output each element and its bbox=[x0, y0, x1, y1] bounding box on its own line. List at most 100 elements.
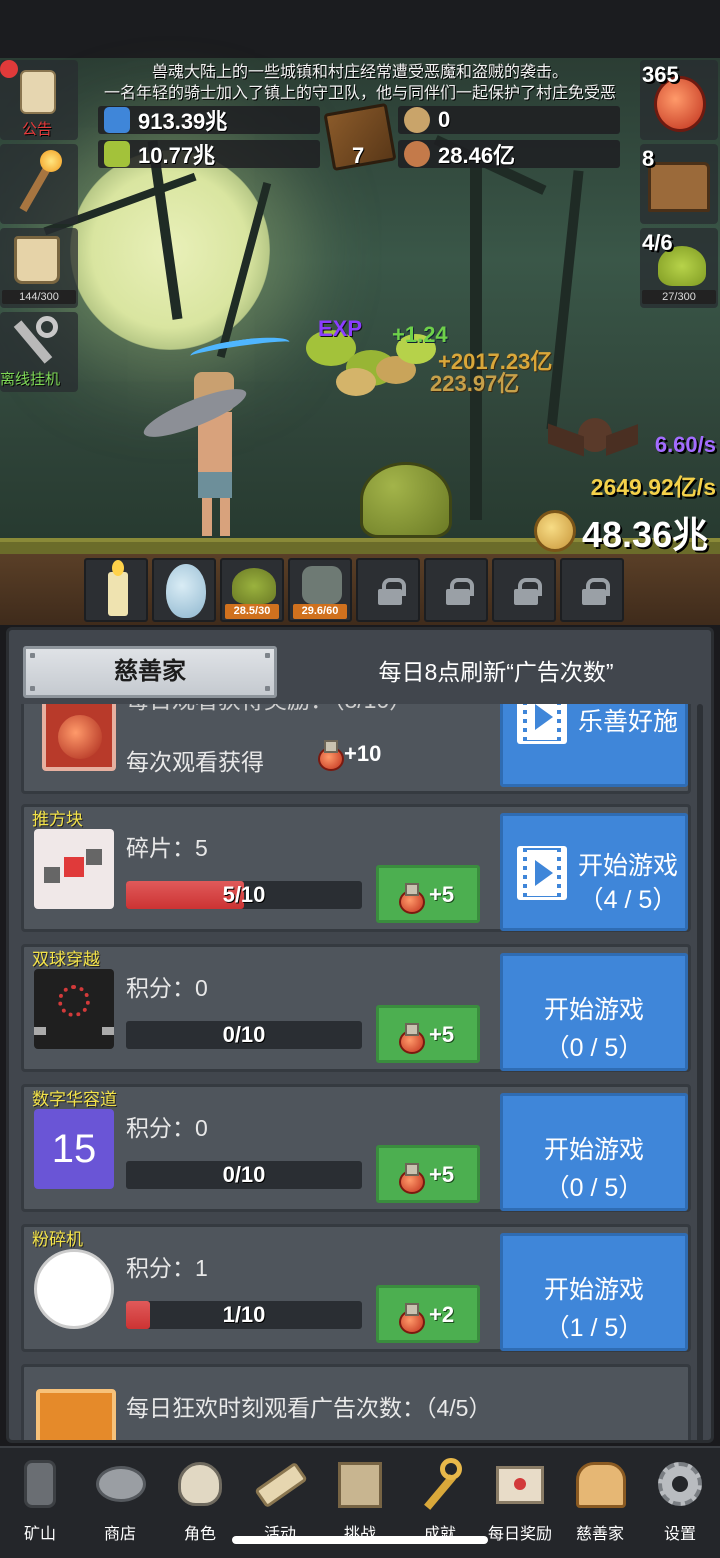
potion-icon bbox=[395, 882, 425, 914]
notice-button[interactable]: 公告 bbox=[0, 60, 78, 140]
game-card-push-block: 推方块 碎片：5 5/10 +5 开始游戏 （4 / 5） bbox=[21, 804, 691, 932]
unit-slot-locked-4[interactable] bbox=[560, 558, 624, 622]
ad-reward-card: 每日观看获得奖励：（8/10） 每次观看获得 +10 乐善好施 bbox=[21, 704, 691, 794]
gold-per-second: 2649.92亿/s bbox=[590, 474, 716, 500]
dual-ball-icon bbox=[34, 969, 114, 1049]
card-title: 推方块 bbox=[32, 810, 83, 829]
nav-shop[interactable]: 商店 bbox=[80, 1448, 160, 1558]
number-puzzle-icon: 15 bbox=[34, 1109, 114, 1189]
slime-enemy[interactable] bbox=[360, 462, 452, 538]
unit-slot-zombie[interactable]: 29.6/60 bbox=[288, 558, 352, 622]
claim-reward-button[interactable]: +5 bbox=[376, 1145, 480, 1203]
green-potion-value: 10.77兆 bbox=[138, 143, 216, 168]
nav-settings[interactable]: 设置 bbox=[640, 1448, 720, 1558]
chest-slot[interactable]: 8 bbox=[640, 144, 718, 224]
blue-potion-icon bbox=[104, 107, 130, 133]
nav-daily-reward[interactable]: 每日奖励 bbox=[480, 1448, 560, 1558]
unit-slot-candle[interactable] bbox=[84, 558, 148, 622]
carnival-icon bbox=[36, 1389, 116, 1440]
chest-count: 8 bbox=[642, 146, 655, 171]
card-title: 粉碎机 bbox=[32, 1230, 83, 1249]
story-text: 兽魂大陆上的一些城镇和村庄经常遭受恶魔和盗贼的袭击。 一名年轻的骑士加入了镇上的… bbox=[80, 62, 640, 104]
start-game-button[interactable]: 开始游戏 （0 / 5） bbox=[500, 1093, 688, 1211]
coin-resource: 0 bbox=[398, 106, 620, 134]
progress-text: 0/10 bbox=[222, 1022, 266, 1047]
game-card-dual-ball: 双球穿越 积分：0 0/10 +5 开始游戏 （0 / 5） bbox=[21, 944, 691, 1072]
reward-amount: +5 bbox=[429, 1022, 455, 1047]
refresh-note: 每日8点刷新“广告次数” bbox=[378, 659, 614, 685]
zombie-icon bbox=[302, 566, 342, 604]
per-second-rate: 6.60/s bbox=[654, 432, 716, 457]
story-line-2: 一名年轻的骑士加入了镇上的守卫队，他与同伴们一起保护了村庄免受恶 bbox=[103, 85, 616, 102]
game-card-crusher: 粉碎机 积分：1 1/10 +2 开始游戏 （1 / 5） bbox=[21, 1224, 691, 1352]
unit-slot-slime[interactable]: 28.5/30 bbox=[220, 558, 284, 622]
green-potion-resource: 10.77兆 bbox=[98, 140, 320, 168]
gear-icon bbox=[652, 1456, 708, 1512]
unit-slot-egg[interactable] bbox=[152, 558, 216, 622]
tab-philanthropist[interactable]: 慈善家 bbox=[23, 646, 277, 698]
potion-slot[interactable]: 365 bbox=[640, 60, 718, 140]
progress-text: 0/10 bbox=[222, 1162, 266, 1187]
story-line-1: 兽魂大陆上的一些城镇和村庄经常遭受恶魔和盗贼的袭击。 bbox=[151, 64, 568, 81]
blue-potion-resource: 913.39兆 bbox=[98, 106, 320, 134]
claim-reward-button[interactable]: +5 bbox=[376, 865, 480, 923]
start-label: 开始游戏 bbox=[577, 852, 678, 880]
unit-slot-locked-3[interactable] bbox=[492, 558, 556, 622]
mug-button[interactable]: 144/300 bbox=[0, 228, 78, 308]
watch-label: 每次观看获得 bbox=[126, 749, 264, 775]
start-label: 开始游戏 bbox=[543, 996, 644, 1024]
nav-label: 商店 bbox=[103, 1526, 136, 1543]
start-game-button[interactable]: 开始游戏 （4 / 5） bbox=[500, 813, 688, 931]
lock-icon bbox=[378, 578, 406, 605]
total-gold: 48.36兆 bbox=[582, 514, 709, 555]
candle-flame bbox=[112, 560, 124, 576]
lock-icon bbox=[582, 578, 610, 605]
lock-icon bbox=[446, 578, 474, 605]
bat-enemy[interactable] bbox=[548, 404, 638, 474]
green-potion-icon bbox=[104, 141, 130, 167]
game-card-number-puzzle: 数字华容道 15 积分：0 0/10 +5 开始游戏 （0 / 5） bbox=[21, 1084, 691, 1212]
meat-value: 28.46亿 bbox=[438, 143, 516, 168]
reward-amount: +5 bbox=[429, 1162, 455, 1187]
charity-button[interactable]: 乐善好施 bbox=[500, 704, 688, 787]
nav-label: 矿山 bbox=[23, 1526, 56, 1543]
start-count: （1 / 5） bbox=[544, 1314, 644, 1342]
tab-label: 慈善家 bbox=[114, 658, 186, 685]
slime-count: 4/6 bbox=[642, 230, 673, 255]
task-list[interactable]: 每日观看获得奖励：（8/10） 每次观看获得 +10 乐善好施 推方块 碎片：5 bbox=[21, 704, 705, 1440]
unit-slot-locked-2[interactable] bbox=[424, 558, 488, 622]
charity-button-label: 乐善好施 bbox=[577, 708, 678, 736]
nav-mine[interactable]: 矿山 bbox=[0, 1448, 80, 1558]
slime-progress: 27/300 bbox=[642, 290, 716, 304]
start-label: 开始游戏 bbox=[543, 1136, 644, 1164]
card-title: 数字华容道 bbox=[32, 1090, 117, 1109]
start-game-button[interactable]: 开始游戏 （1 / 5） bbox=[500, 1233, 688, 1351]
blue-potion-value: 913.39兆 bbox=[138, 109, 228, 134]
card-label: 积分：1 bbox=[126, 1255, 208, 1281]
home-indicator[interactable] bbox=[232, 1536, 488, 1544]
slime-slot[interactable]: 4/6 27/300 bbox=[640, 228, 718, 308]
nav-label: 慈善家 bbox=[575, 1526, 624, 1543]
card-label: 积分：0 bbox=[126, 1115, 208, 1141]
coin-value: 0 bbox=[438, 107, 451, 132]
game-scene[interactable]: 兽魂大陆上的一些城镇和村庄经常遭受恶魔和盗贼的袭击。 一名年轻的骑士加入了镇上的… bbox=[0, 0, 720, 625]
nav-philanthropist[interactable]: 慈善家 bbox=[560, 1448, 640, 1558]
carnival-label: 每日狂欢时刻观看广告次数：（4/5） bbox=[126, 1395, 492, 1421]
potion-icon bbox=[395, 1022, 425, 1054]
scrollbar[interactable] bbox=[697, 704, 703, 1440]
tree-trunk bbox=[546, 170, 584, 430]
progress-bar: 1/10 bbox=[126, 1301, 362, 1329]
offline-button[interactable]: 离线挂机 bbox=[0, 312, 78, 392]
key-ring bbox=[36, 316, 58, 338]
claim-reward-button[interactable]: +5 bbox=[376, 1005, 480, 1063]
start-count: （0 / 5） bbox=[544, 1034, 644, 1062]
claim-reward-button[interactable]: +2 bbox=[376, 1285, 480, 1343]
reward-amount: +2 bbox=[429, 1302, 455, 1327]
chest-icon bbox=[648, 162, 710, 212]
nav-character[interactable]: 角色 bbox=[160, 1448, 240, 1558]
egg-icon bbox=[166, 564, 206, 618]
unit-slot-locked-1[interactable] bbox=[356, 558, 420, 622]
potion-icon bbox=[395, 1302, 425, 1334]
start-game-button[interactable]: 开始游戏 （0 / 5） bbox=[500, 953, 688, 1071]
torch-button[interactable] bbox=[0, 144, 78, 224]
